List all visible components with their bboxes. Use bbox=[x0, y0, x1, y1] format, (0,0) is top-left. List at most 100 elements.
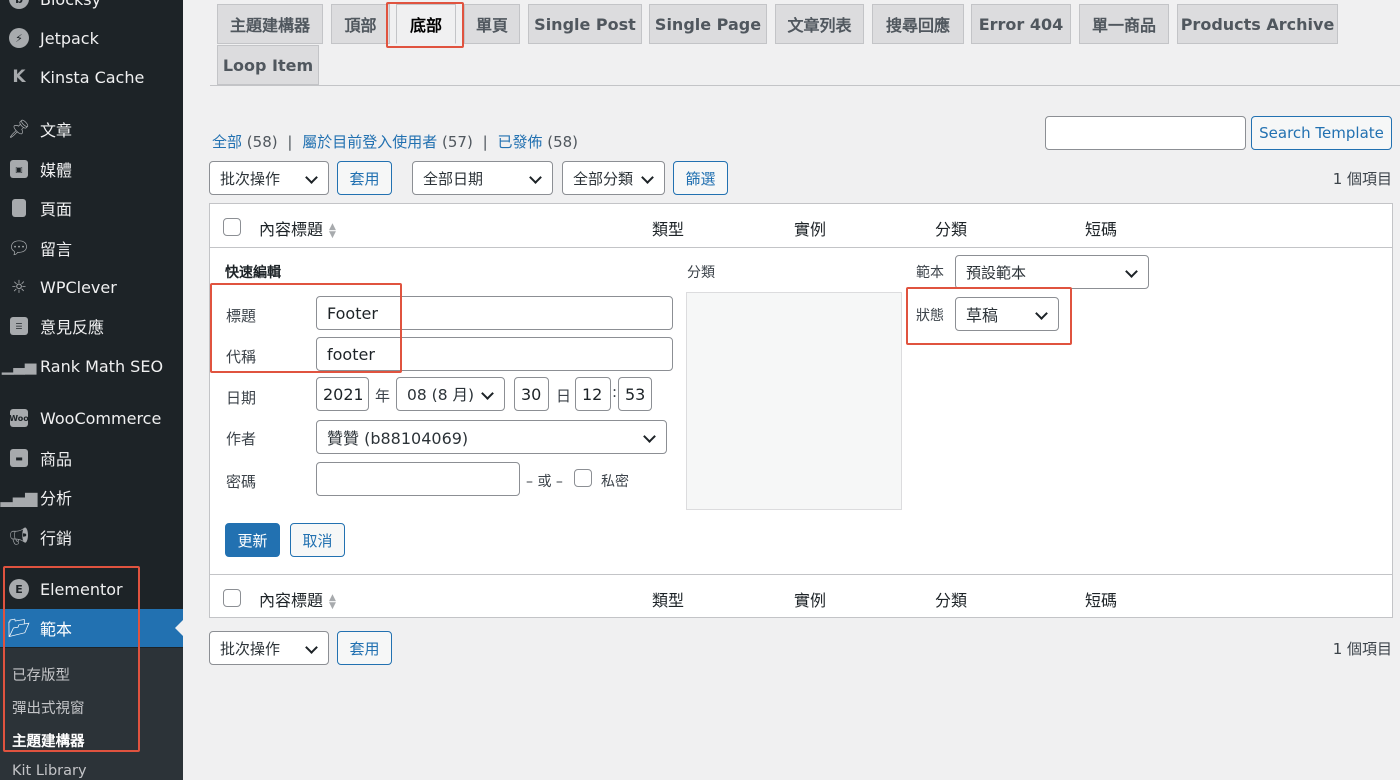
column-category-bottom: 分類 bbox=[935, 591, 968, 610]
sort-icon: ▲ ▼ bbox=[329, 221, 336, 240]
menu-label: Blocksy bbox=[40, 0, 101, 9]
column-instance: 實例 bbox=[794, 220, 827, 239]
private-checkbox[interactable] bbox=[574, 469, 592, 487]
search-template-button[interactable]: Search Template bbox=[1251, 116, 1392, 150]
slug-label: 代稱 bbox=[226, 348, 257, 366]
tab-header[interactable]: 頂部 bbox=[331, 4, 390, 44]
slug-field[interactable] bbox=[316, 337, 673, 371]
tab-theme-builder[interactable]: 主題建構器 bbox=[217, 4, 323, 44]
comment-icon: 💬︎ bbox=[7, 237, 31, 259]
minute-field[interactable] bbox=[618, 377, 652, 411]
chevron-down-icon bbox=[481, 387, 494, 400]
menu-item-comments[interactable]: 💬︎ 留言 bbox=[0, 229, 183, 267]
update-button[interactable]: 更新 bbox=[225, 523, 280, 557]
apply-button[interactable]: 套用 bbox=[337, 161, 392, 195]
private-label: 私密 bbox=[601, 474, 629, 490]
submenu-theme-builder[interactable]: 主題建構器 bbox=[12, 730, 85, 751]
cancel-button[interactable]: 取消 bbox=[290, 523, 345, 557]
menu-label: WooCommerce bbox=[40, 408, 162, 428]
menu-item-elementor[interactable]: E Elementor bbox=[0, 570, 183, 608]
tab-single-page[interactable]: Single Page bbox=[649, 4, 767, 44]
date-filter-value: 全部日期 bbox=[423, 169, 484, 188]
password-field[interactable] bbox=[316, 462, 520, 496]
author-select[interactable]: 贊贊 (b88104069) bbox=[316, 420, 667, 454]
title-label: 標題 bbox=[226, 307, 257, 325]
menu-item-templates[interactable]: 📂︎ 範本 bbox=[0, 609, 183, 647]
month-value: 08 (8 月) bbox=[407, 386, 475, 404]
year-field[interactable] bbox=[316, 377, 369, 411]
filter-mine-count: (57) bbox=[442, 133, 473, 151]
filter-all[interactable]: 全部 bbox=[212, 133, 242, 151]
kinsta-icon: K bbox=[12, 67, 26, 87]
tab-loop-item[interactable]: Loop Item bbox=[217, 45, 319, 85]
menu-label: Jetpack bbox=[40, 28, 99, 48]
category-filter-value: 全部分類 bbox=[573, 169, 634, 188]
status-label: 狀態 bbox=[916, 308, 944, 324]
blocksy-icon: b bbox=[8, 0, 30, 10]
menu-item-marketing[interactable]: 📢︎ 行銷 bbox=[0, 518, 183, 556]
tab-single[interactable]: 單頁 bbox=[464, 4, 520, 44]
select-all-checkbox[interactable] bbox=[223, 218, 241, 236]
menu-item-jetpack[interactable]: ⚡ Jetpack bbox=[0, 19, 183, 57]
category-filter-select[interactable]: 全部分類 bbox=[562, 161, 665, 195]
bulk-actions-value: 批次操作 bbox=[220, 639, 281, 658]
menu-item-products[interactable]: ▬ 商品 bbox=[0, 439, 183, 477]
menu-item-analytics[interactable]: ▂▄▆ 分析 bbox=[0, 478, 183, 516]
menu-item-blocksy[interactable]: b Blocksy bbox=[0, 0, 183, 18]
bulk-actions-value: 批次操作 bbox=[220, 169, 281, 188]
category-checklist[interactable] bbox=[686, 292, 902, 510]
menu-item-posts[interactable]: 📌︎ 文章 bbox=[0, 110, 183, 148]
filter-separator: | bbox=[482, 133, 488, 151]
submenu-popups[interactable]: 彈出式視窗 bbox=[12, 697, 85, 718]
menu-item-kinsta-cache[interactable]: K Kinsta Cache bbox=[0, 58, 183, 96]
column-type: 類型 bbox=[652, 220, 685, 239]
author-label: 作者 bbox=[226, 430, 257, 448]
tab-error-404[interactable]: Error 404 bbox=[971, 4, 1071, 44]
category-label: 分類 bbox=[687, 265, 715, 281]
menu-item-media[interactable]: ▣ 媒體 bbox=[0, 150, 183, 188]
templates-table: 內容標題 ▲▼ 類型 實例 分類 短碼 快速編輯 標題 代稱 日期 年 08 (8… bbox=[209, 203, 1393, 618]
template-label: 範本 bbox=[916, 265, 944, 281]
status-select[interactable]: 草稿 bbox=[955, 297, 1059, 331]
tab-archive[interactable]: 文章列表 bbox=[775, 4, 864, 44]
view-filters: 全部 (58) | 屬於目前登入使用者 (57) | 已發佈 (58) bbox=[212, 131, 578, 152]
tab-products-archive[interactable]: Products Archive bbox=[1177, 4, 1338, 44]
column-title-sort[interactable]: 內容標題 ▲ ▼ bbox=[259, 216, 336, 240]
hour-field[interactable] bbox=[575, 377, 611, 411]
date-filter-select[interactable]: 全部日期 bbox=[412, 161, 553, 195]
tab-footer[interactable]: 底部 bbox=[396, 4, 456, 44]
menu-item-woocommerce[interactable]: Woo WooCommerce bbox=[0, 399, 183, 437]
tab-single-product[interactable]: 單一商品 bbox=[1079, 4, 1169, 44]
title-field[interactable] bbox=[316, 296, 673, 330]
menu-item-feedback[interactable]: ☰ 意見反應 bbox=[0, 307, 183, 345]
menu-label: 商品 bbox=[40, 450, 73, 469]
filter-button[interactable]: 篩選 bbox=[673, 161, 728, 195]
products-icon: ▬ bbox=[8, 447, 30, 469]
megaphone-icon: 📢︎ bbox=[8, 527, 30, 547]
filter-mine[interactable]: 屬於目前登入使用者 bbox=[302, 133, 437, 151]
menu-item-wpclever[interactable]: ☼ WPClever bbox=[0, 268, 183, 306]
bulk-actions-select-bottom[interactable]: 批次操作 bbox=[209, 631, 329, 665]
menu-label: Elementor bbox=[40, 579, 123, 599]
folder-icon: 📂︎ bbox=[7, 617, 31, 639]
template-select[interactable]: 預設範本 bbox=[955, 255, 1149, 289]
header-divider bbox=[210, 247, 1392, 248]
submenu-kit-library[interactable]: Kit Library bbox=[12, 763, 87, 779]
select-all-checkbox-bottom[interactable] bbox=[223, 589, 241, 607]
apply-button-bottom[interactable]: 套用 bbox=[337, 631, 392, 665]
column-title-sort-bottom[interactable]: 內容標題 ▲ ▼ bbox=[259, 587, 336, 611]
menu-item-rank-math[interactable]: ▁▃▅ Rank Math SEO bbox=[0, 347, 183, 385]
submenu-saved-templates[interactable]: 已存版型 bbox=[12, 664, 70, 685]
tab-search-results[interactable]: 搜尋回應 bbox=[872, 4, 964, 44]
templates-submenu: 已存版型 彈出式視窗 主題建構器 Kit Library bbox=[0, 648, 183, 780]
month-select[interactable]: 08 (8 月) bbox=[396, 377, 505, 411]
search-input[interactable] bbox=[1045, 116, 1246, 150]
pin-icon: 📌︎ bbox=[7, 118, 31, 140]
day-field[interactable] bbox=[514, 377, 549, 411]
tab-single-post[interactable]: Single Post bbox=[528, 4, 642, 44]
sort-icon: ▲ ▼ bbox=[329, 592, 336, 611]
bulk-actions-select[interactable]: 批次操作 bbox=[209, 161, 329, 195]
column-title-label: 內容標題 bbox=[259, 220, 324, 239]
menu-item-pages[interactable]: 頁面 bbox=[0, 189, 183, 227]
filter-published[interactable]: 已發佈 bbox=[497, 133, 542, 151]
